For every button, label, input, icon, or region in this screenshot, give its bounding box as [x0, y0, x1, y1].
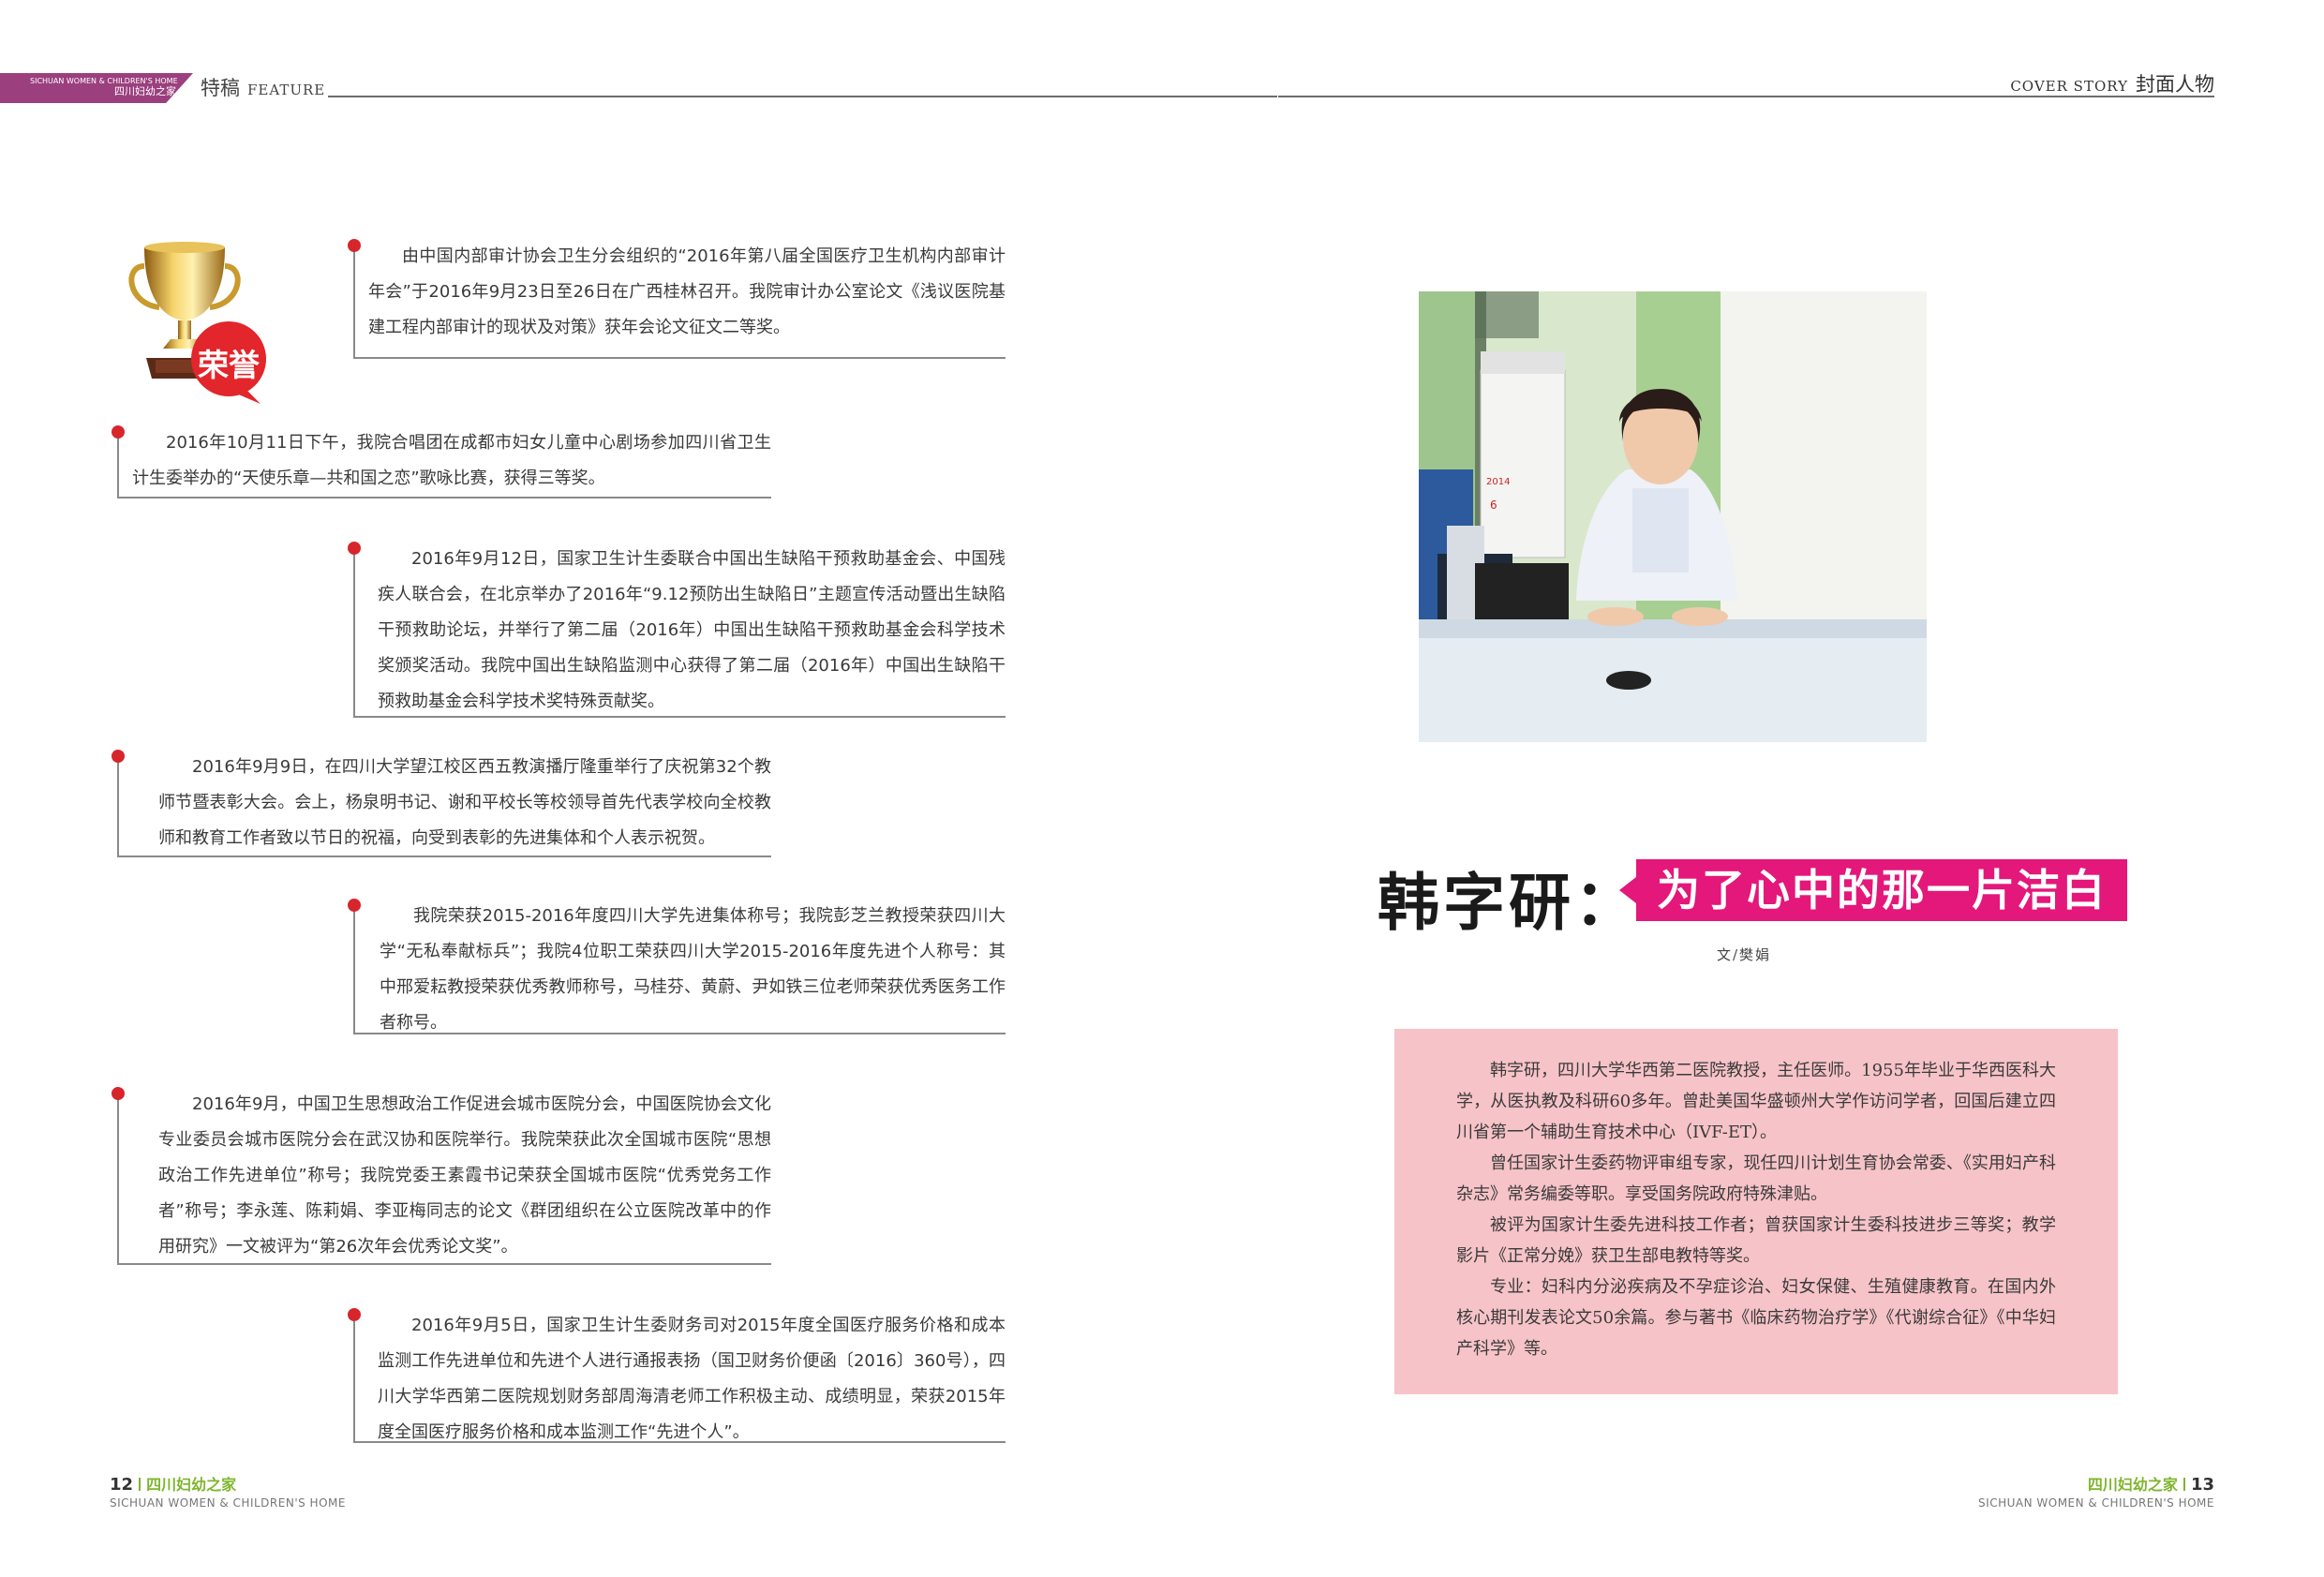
bullet-dot-icon	[112, 750, 125, 763]
news-item: 2016年10月11日下午，我院合唱团在成都市妇女儿童中心剧场参加四川省卫生计生…	[112, 425, 771, 498]
news-item-rule	[353, 906, 355, 1034]
article-name: 韩字研：	[1378, 867, 1640, 939]
section-right-cn: 封面人物	[2136, 73, 2214, 96]
bullet-dot-icon	[348, 239, 361, 252]
article-subtitle: 为了心中的那一片洁白	[1619, 859, 2127, 921]
portrait-photo: 2014 6	[1419, 291, 1927, 742]
news-item-text: 2016年10月11日下午，我院合唱团在成都市妇女儿童中心剧场参加四川省卫生计生…	[132, 433, 771, 488]
news-item-text: 2016年9月5日，国家卫生计生委财务司对2015年度全国医疗服务价格和成本监测…	[378, 1316, 1006, 1442]
bullet-dot-icon	[348, 542, 361, 555]
news-item-rule	[117, 433, 119, 498]
footer-magazine-en: SICHUAN WOMEN & CHILDREN'S HOME	[1978, 1496, 2214, 1510]
bullet-dot-icon	[112, 425, 125, 439]
brand-chinese: 四川妇幼之家	[114, 85, 176, 97]
section-left-cn: 特稿	[201, 77, 240, 99]
news-item: 2016年9月5日，国家卫生计生委财务司对2015年度全国医疗服务价格和成本监测…	[348, 1308, 1006, 1443]
news-item: 2016年9月12日，国家卫生计生委联合中国出生缺陷干预救助基金会、中国残疾人联…	[348, 542, 1006, 718]
news-item-rule	[353, 246, 355, 359]
footer-separator	[139, 1478, 142, 1491]
section-right-en: COVER STORY	[2010, 78, 2128, 95]
news-item-text: 2016年9月12日，国家卫生计生委联合中国出生缺陷干预救助基金会、中国残疾人联…	[378, 549, 1006, 711]
header-rule-left	[328, 96, 1277, 97]
news-item-rule	[117, 757, 119, 857]
bullet-dot-icon	[112, 1087, 125, 1100]
news-item: 2016年9月9日，在四川大学望江校区西五教演播厅隆重举行了庆祝第32个教师节暨…	[112, 750, 771, 857]
section-label-right: COVER STORY 封面人物	[2010, 69, 2214, 97]
news-item-text: 由中国内部审计协会卫生分会组织的“2016年第八届全国医疗卫生机构内部审计年会”…	[368, 246, 1006, 337]
footer-right: 四川妇幼之家 13 SICHUAN WOMEN & CHILDREN'S HOME	[1978, 1472, 2214, 1510]
section-label-left: 特稿 FEATURE	[201, 73, 325, 101]
news-item-rule	[353, 1316, 355, 1443]
news-item-underline	[353, 1033, 1006, 1034]
news-item-text: 2016年9月9日，在四川大学望江校区西五教演播厅隆重举行了庆祝第32个教师节暨…	[158, 757, 771, 848]
footer-magazine-cn: 四川妇幼之家	[2087, 1476, 2178, 1494]
calendar-month: 6	[1490, 498, 1497, 512]
news-item-underline	[117, 497, 771, 498]
bio-paragraph: 曾任国家计生委药物评审组专家，现任四川计划生育协会常委、《实用妇产科杂志》常务编…	[1456, 1153, 2056, 1204]
calendar-year: 2014	[1486, 477, 1510, 487]
section-left-en: FEATURE	[247, 82, 326, 98]
bio-paragraph: 韩字研，四川大学华西第二医院教授，主任医师。1955年毕业于华西医科大学，从医执…	[1456, 1061, 2056, 1142]
news-item: 2016年9月，中国卫生思想政治工作促进会城市医院分会，中国医院协会文化专业委员…	[112, 1087, 771, 1265]
bullet-dot-icon	[348, 899, 361, 912]
bio-paragraph: 被评为国家计生委先进科技工作者；曾获国家计生委科技进步三等奖；教学影片《正常分娩…	[1456, 1215, 2056, 1266]
honor-badge-text: 荣誉	[198, 347, 260, 383]
footer-left: 12 四川妇幼之家 SICHUAN WOMEN & CHILDREN'S HOME	[110, 1472, 346, 1510]
news-item-underline	[353, 357, 1006, 359]
news-item-rule	[117, 1094, 119, 1265]
honor-badge: 荣誉	[180, 321, 277, 406]
news-item-underline	[117, 855, 771, 857]
bio-paragraph: 专业：妇科内分泌疾病及不孕症诊治、妇女保健、生殖健康教育。在国内外核心期刊发表论…	[1456, 1277, 2056, 1359]
news-item-underline	[353, 1441, 1006, 1443]
byline: 文/樊娟	[1717, 946, 1772, 963]
bio-box: 韩字研，四川大学华西第二医院教授，主任医师。1955年毕业于华西医科大学，从医执…	[1394, 1029, 2118, 1394]
footer-separator	[2182, 1478, 2185, 1491]
page-number-right: 13	[2190, 1475, 2214, 1495]
footer-magazine-cn: 四川妇幼之家	[146, 1476, 237, 1494]
news-item-rule	[353, 549, 355, 718]
page-number-left: 12	[110, 1475, 134, 1495]
bullet-dot-icon	[348, 1308, 361, 1321]
news-item-text: 我院荣获2015-2016年度四川大学先进集体称号；我院彭芝兰教授荣获四川大学“…	[380, 906, 1006, 1033]
footer-magazine-en: SICHUAN WOMEN & CHILDREN'S HOME	[110, 1496, 346, 1510]
news-item: 我院荣获2015-2016年度四川大学先进集体称号；我院彭芝兰教授荣获四川大学“…	[348, 899, 1006, 1034]
news-item-underline	[353, 716, 1006, 718]
news-item: 由中国内部审计协会卫生分会组织的“2016年第八届全国医疗卫生机构内部审计年会”…	[348, 239, 1006, 359]
news-item-underline	[117, 1263, 771, 1265]
brand-tab: SICHUAN WOMEN & CHILDREN'S HOME 四川妇幼之家	[0, 73, 193, 103]
news-item-text: 2016年9月，中国卫生思想政治工作促进会城市医院分会，中国医院协会文化专业委员…	[158, 1094, 771, 1257]
brand-english: SICHUAN WOMEN & CHILDREN'S HOME	[30, 77, 178, 85]
